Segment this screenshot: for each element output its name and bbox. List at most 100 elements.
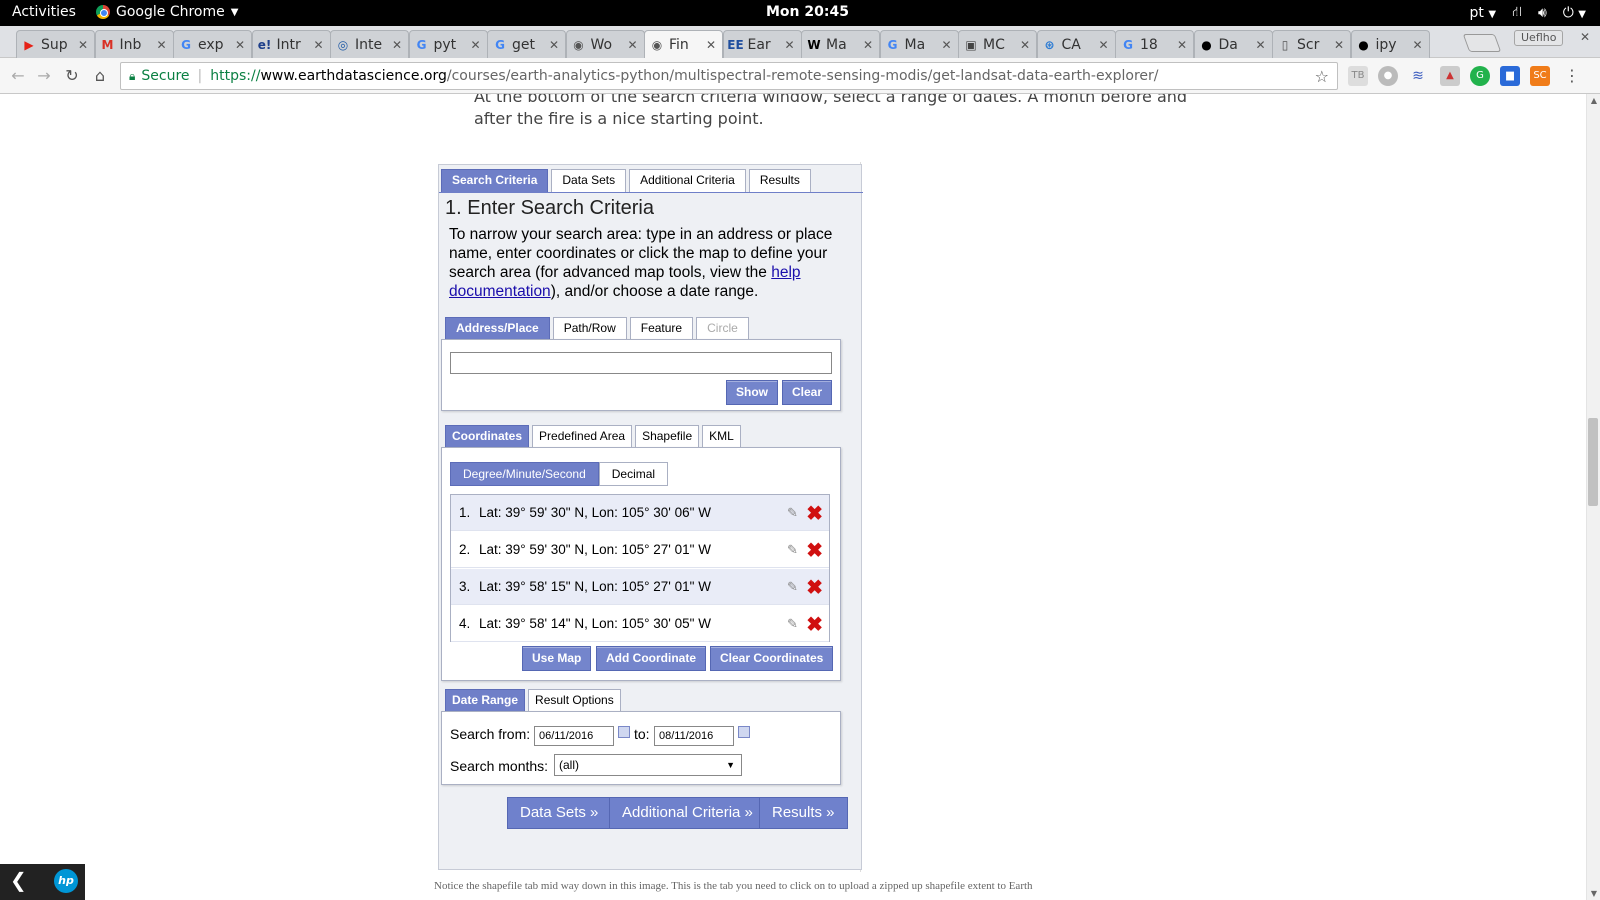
browser-tab[interactable]: W Ma ✕ [801, 30, 880, 58]
tab-additional-criteria[interactable]: Additional Criteria [629, 169, 746, 192]
calendar-icon[interactable] [618, 726, 630, 738]
grammarly-icon[interactable]: G [1470, 66, 1490, 86]
delete-icon[interactable]: ✖ [806, 538, 823, 563]
scroll-down-icon[interactable]: ▼ [1591, 889, 1597, 898]
close-tab-icon[interactable]: ✕ [1177, 38, 1189, 52]
extension-icon[interactable]: ▆ [1500, 66, 1520, 86]
browser-tab[interactable]: M Inb ✕ [94, 30, 174, 58]
delete-icon[interactable]: ✖ [806, 575, 823, 600]
close-tab-icon[interactable]: ✕ [942, 38, 954, 52]
language-indicator[interactable]: pt ▼ [1470, 5, 1497, 21]
browser-tab[interactable]: G 18 ✕ [1115, 30, 1194, 58]
close-tab-icon[interactable]: ✕ [1099, 38, 1111, 52]
to-date-input[interactable]: 08/11/2016 [654, 726, 734, 746]
forward-icon[interactable]: → [34, 66, 54, 86]
use-map-button[interactable]: Use Map [522, 646, 592, 671]
delete-icon[interactable]: ✖ [806, 501, 823, 526]
close-tab-icon[interactable]: ✕ [235, 38, 247, 52]
edit-icon[interactable]: ✎ [787, 505, 801, 520]
home-icon[interactable]: ⌂ [90, 66, 110, 86]
tab-search-criteria[interactable]: Search Criteria [441, 169, 549, 192]
delete-icon[interactable]: ✖ [806, 612, 823, 637]
close-tab-icon[interactable]: ✕ [1413, 38, 1425, 52]
additional-criteria-next-button[interactable]: Additional Criteria » [609, 797, 766, 829]
close-tab-icon[interactable]: ✕ [549, 38, 561, 52]
calendar-icon[interactable] [738, 726, 750, 738]
tab-data-sets[interactable]: Data Sets [551, 169, 627, 192]
browser-tab[interactable]: ● ipy ✕ [1350, 30, 1430, 58]
close-tab-icon[interactable]: ✕ [863, 38, 875, 52]
window-close-icon[interactable]: ✕ [1576, 30, 1594, 46]
tab-address-place[interactable]: Address/Place [445, 317, 550, 339]
close-tab-icon[interactable]: ✕ [471, 38, 483, 52]
tab-results[interactable]: Results [748, 169, 811, 192]
system-tray[interactable]: pt ▼ ⛙ 🔊︎ ⏻ ▼ [1470, 4, 1586, 22]
coordinate-row[interactable]: 1. Lat: 39° 59' 30" N, Lon: 105° 30' 06" … [451, 495, 829, 531]
address-input[interactable] [450, 352, 832, 374]
browser-tab[interactable]: G Ma ✕ [879, 30, 959, 58]
browser-tab[interactable]: ⊛ CA ✕ [1036, 30, 1116, 58]
data-sets-next-button[interactable]: Data Sets » [507, 797, 612, 829]
browser-tab[interactable]: Gexp ✕ [173, 30, 252, 58]
clock[interactable]: Mon 20:45 [766, 4, 849, 20]
search-months-select[interactable]: (all) ▼ [554, 754, 742, 776]
browser-tab[interactable]: ◉ Wo ✕ [565, 30, 645, 58]
bookmark-star-icon[interactable]: ☆ [1315, 67, 1329, 86]
browser-tab[interactable]: Gpyt ✕ [408, 30, 488, 58]
browser-tab[interactable]: ● Da ✕ [1193, 30, 1273, 58]
close-tab-icon[interactable]: ✕ [1020, 38, 1032, 52]
tab-date-range[interactable]: Date Range [445, 689, 526, 711]
close-tab-icon[interactable]: ✕ [628, 38, 640, 52]
extension-icon[interactable]: ● [1378, 66, 1398, 86]
tab-predefined-area[interactable]: Predefined Area [532, 425, 633, 447]
address-bar[interactable]: 🔒︎ Secure | https://www.earthdatascience… [120, 62, 1338, 90]
tab-decimal[interactable]: Decimal [598, 462, 669, 486]
reload-icon[interactable]: ↻ [62, 66, 82, 86]
close-tab-icon[interactable]: ✕ [706, 38, 718, 52]
scroll-up-icon[interactable]: ▲ [1591, 96, 1597, 105]
edit-icon[interactable]: ✎ [787, 579, 801, 594]
browser-tab[interactable]: ▯ Scr ✕ [1272, 30, 1351, 58]
show-button[interactable]: Show [726, 380, 778, 405]
close-tab-icon[interactable]: ✕ [314, 38, 326, 52]
close-tab-icon[interactable]: ✕ [785, 38, 797, 52]
browser-tab[interactable]: e! Intr ✕ [251, 30, 331, 58]
coordinate-row[interactable]: 3. Lat: 39° 58' 15" N, Lon: 105° 27' 01" … [451, 569, 829, 605]
app-menu[interactable]: Google Chrome ▼ [96, 4, 238, 20]
new-tab-button[interactable] [1462, 34, 1502, 52]
add-coordinate-button[interactable]: Add Coordinate [596, 646, 706, 671]
page-scrollbar[interactable]: ▲ ▼ [1586, 94, 1600, 900]
edit-icon[interactable]: ✎ [787, 542, 801, 557]
browser-tab[interactable]: Gget ✕ [487, 30, 566, 58]
browser-tab[interactable]: ◎ Inte ✕ [330, 30, 409, 58]
browser-tab[interactable]: ▣ MC ✕ [958, 30, 1037, 58]
activities-button[interactable]: Activities [12, 4, 76, 20]
browser-tab[interactable]: ◉ Fin ✕ [644, 30, 723, 59]
menu-kebab-icon[interactable]: ⋮ [1562, 66, 1582, 86]
tab-kml[interactable]: KML [702, 425, 741, 447]
edit-icon[interactable]: ✎ [787, 616, 801, 631]
extension-icon[interactable]: SC [1530, 66, 1550, 86]
close-tab-icon[interactable]: ✕ [392, 38, 404, 52]
extension-icon[interactable]: TB [1348, 66, 1368, 86]
tab-degree-minute-second[interactable]: Degree/Minute/Second [450, 462, 599, 486]
tab-coordinates[interactable]: Coordinates [445, 425, 530, 447]
tab-path-row[interactable]: Path/Row [552, 317, 627, 339]
scrollbar-thumb[interactable] [1588, 418, 1598, 506]
close-tab-icon[interactable]: ✕ [78, 38, 90, 52]
extension-icon[interactable]: ▲ [1440, 66, 1460, 86]
clear-button[interactable]: Clear [782, 380, 833, 405]
close-tab-icon[interactable]: ✕ [1334, 38, 1346, 52]
tab-shapefile[interactable]: Shapefile [635, 425, 700, 447]
profile-button[interactable]: Ueflho [1514, 30, 1564, 46]
back-icon[interactable]: ← [8, 66, 28, 86]
from-date-input[interactable]: 06/11/2016 [534, 726, 614, 746]
coordinate-row[interactable]: 2. Lat: 39° 59' 30" N, Lon: 105° 27' 01" … [451, 532, 829, 568]
browser-tab[interactable]: ▶ Sup ✕ [16, 30, 95, 58]
browser-tab[interactable]: EE Ear ✕ [722, 30, 802, 58]
chevron-left-icon[interactable]: ❮ [10, 868, 27, 892]
close-tab-icon[interactable]: ✕ [157, 38, 169, 52]
close-tab-icon[interactable]: ✕ [1256, 38, 1268, 52]
tab-result-options[interactable]: Result Options [528, 689, 621, 711]
tab-feature[interactable]: Feature [629, 317, 694, 339]
